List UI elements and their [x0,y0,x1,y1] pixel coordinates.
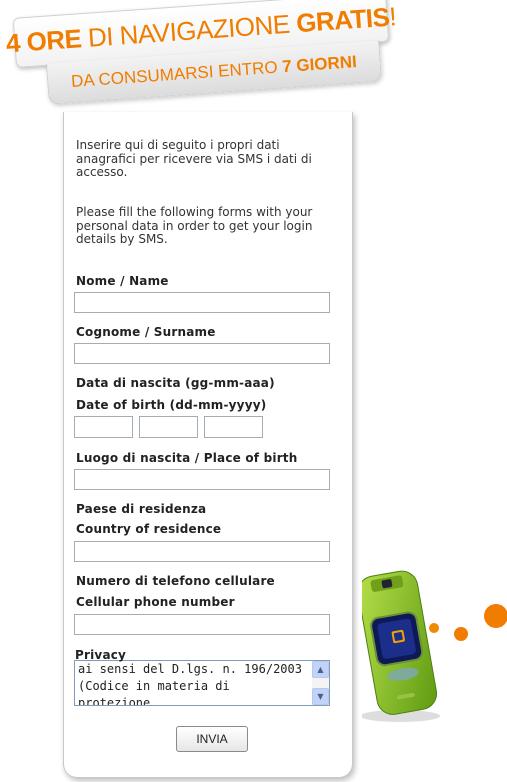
phone-input[interactable] [74,614,330,635]
intro-english: Please fill the following forms with you… [76,205,313,246]
promo-navigation: DI NAVIGAZIONE [86,8,291,53]
intro-italian: Inserire qui di seguito i propri dati an… [76,138,312,179]
mobile-phone-illustration [357,566,507,726]
phone-label-english: Cellular phone number [76,595,235,609]
dob-month-input[interactable] [139,416,198,438]
promo-banner: 4 ORE DI NAVIGAZIONE GRATIS! DA CONSUMAR… [5,0,398,108]
promo-days: 7 GIORNI [281,52,358,77]
scroll-up-arrow-icon[interactable]: ▲ [312,661,329,678]
dob-label-english: Date of birth (dd-mm-yyyy) [76,398,267,412]
surname-label: Cognome / Surname [76,325,216,339]
submit-button[interactable]: INVIA [176,726,248,752]
dob-year-input[interactable] [204,416,263,438]
country-label-english: Country of residence [76,522,222,536]
promo-exclamation: ! [388,0,398,32]
country-label-italian: Paese di residenza [76,502,207,516]
promo-validity-text: DA CONSUMARSI ENTRO [70,57,279,92]
privacy-textarea[interactable]: ai sensi del D.lgs. n. 196/2003 (Codice … [74,660,330,706]
dob-label-italian: Data di nascita (gg-mm-aaa) [76,376,275,390]
promo-hours: 4 ORE [4,22,83,58]
scroll-down-arrow-icon[interactable]: ▼ [312,688,329,705]
birthplace-label: Luogo di nascita / Place of birth [76,451,298,465]
name-label: Nome / Name [76,274,169,288]
privacy-scrollbar[interactable]: ▲ ▼ [312,661,329,705]
privacy-label: Privacy [75,648,127,662]
birthplace-input[interactable] [74,469,330,490]
privacy-text: ai sensi del D.lgs. n. 196/2003 (Codice … [78,662,310,706]
surname-input[interactable] [74,343,330,364]
name-input[interactable] [74,292,330,313]
promo-free: GRATIS [295,1,391,38]
phone-label-italian: Numero di telefono cellulare [76,574,275,588]
country-input[interactable] [74,541,330,562]
dob-day-input[interactable] [74,416,133,438]
registration-form-panel: Inserire qui di seguito i propri dati an… [63,112,353,778]
phone-graphic [357,570,507,722]
